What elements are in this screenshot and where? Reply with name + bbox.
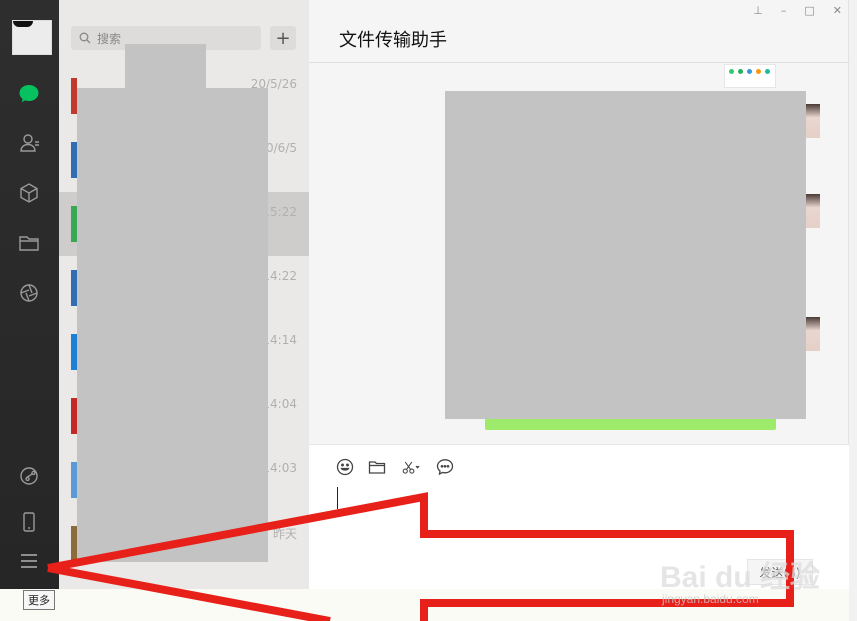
more-tooltip: 更多	[23, 590, 55, 610]
image-message[interactable]	[724, 64, 776, 88]
aperture-icon[interactable]	[14, 278, 44, 308]
thumb-dot	[729, 69, 734, 74]
maximize-icon[interactable]: □	[804, 4, 814, 17]
watermark: Bai du 经验	[660, 561, 821, 594]
window-controls: ⊥ – □ ✕	[753, 4, 842, 17]
background-window	[849, 0, 857, 621]
thumb-dot	[747, 69, 752, 74]
chat-history-icon[interactable]	[435, 457, 455, 477]
chat-time: 0/6/5	[266, 141, 297, 155]
contacts-icon[interactable]	[14, 128, 44, 158]
watermark-url: jingyan.baidu.com	[662, 592, 759, 606]
search-placeholder: 搜索	[97, 31, 122, 46]
redacted-area	[445, 91, 806, 419]
sidebar	[0, 0, 59, 589]
close-icon[interactable]: ✕	[833, 4, 842, 17]
chat-bubble-icon[interactable]	[14, 79, 44, 109]
folder-icon[interactable]	[14, 228, 44, 258]
avatar[interactable]	[806, 317, 820, 351]
divider	[309, 62, 849, 63]
minimize-icon[interactable]: –	[781, 4, 787, 17]
pin-icon[interactable]: ⊥	[753, 4, 763, 17]
redacted-area	[77, 88, 268, 562]
emoji-icon[interactable]	[335, 457, 355, 477]
cube-icon[interactable]	[14, 178, 44, 208]
redacted-area	[125, 44, 206, 90]
folder-icon[interactable]	[367, 457, 387, 477]
thumb-dot	[765, 69, 770, 74]
avatar[interactable]	[806, 104, 820, 138]
menu-icon[interactable]	[14, 546, 44, 576]
thumb-dot	[756, 69, 761, 74]
text-cursor	[337, 487, 338, 509]
avatar[interactable]	[806, 194, 820, 228]
input-toolbar	[335, 457, 455, 477]
avatar[interactable]	[12, 20, 52, 55]
search-icon	[79, 32, 91, 44]
chat-time: 昨天	[272, 527, 297, 541]
phone-icon[interactable]	[14, 507, 44, 537]
add-chat-button[interactable]: +	[270, 26, 296, 50]
thumb-dot	[738, 69, 743, 74]
mini-program-icon[interactable]	[14, 461, 44, 491]
page-title: 文件传输助手	[339, 30, 447, 51]
conversation-panel: ⊥ – □ ✕ 文件传输助手 发送(S)	[309, 0, 849, 589]
scissors-icon[interactable]	[399, 457, 423, 477]
